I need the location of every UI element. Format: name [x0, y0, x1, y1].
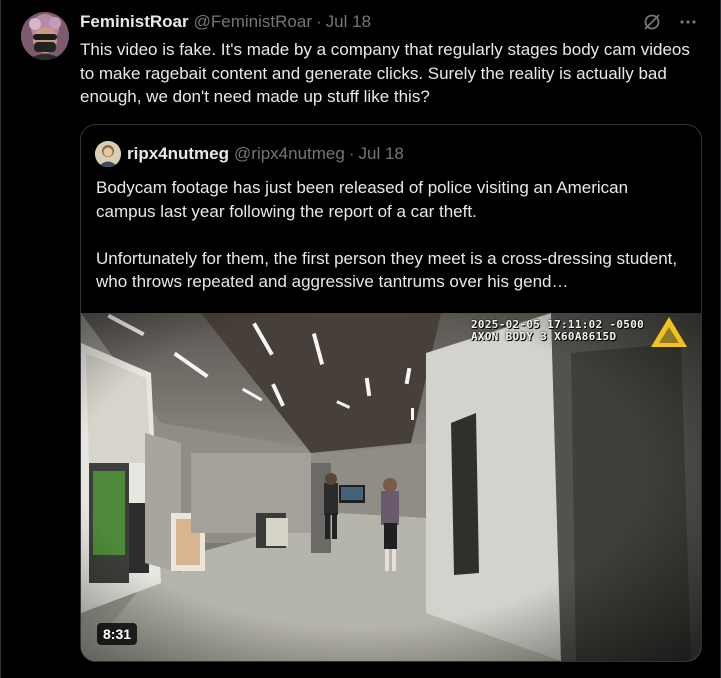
quoted-separator-dot: ·: [348, 144, 355, 163]
more-icon[interactable]: [678, 12, 698, 32]
video-player[interactable]: 2025-02-05 17:11:02 -0500 AXON BODY 3 X6…: [81, 313, 701, 661]
quoted-avatar[interactable]: [95, 141, 121, 167]
quoted-avatar-image: [95, 141, 121, 167]
separator-dot: ·: [315, 12, 322, 31]
video-timestamp-line2: AXON BODY 3 X60A8615D: [471, 330, 617, 343]
author-name[interactable]: FeministRoar: [80, 12, 189, 32]
quoted-date[interactable]: Jul 18: [359, 144, 404, 164]
grok-icon[interactable]: [642, 12, 662, 32]
tweet-actions: [642, 12, 698, 32]
quoted-tweet-text: Bodycam footage has just been released o…: [96, 178, 678, 291]
avatar[interactable]: [21, 12, 69, 60]
author-handle[interactable]: @FeministRoar: [194, 12, 312, 32]
video-timestamp: 2025-02-05 17:11:02 -0500 AXON BODY 3 X6…: [471, 319, 644, 343]
tweet-date[interactable]: Jul 18: [326, 12, 371, 32]
tweet-card[interactable]: FeministRoar @FeministRoar · Jul 18 This…: [0, 0, 721, 678]
quoted-author-handle[interactable]: @ripx4nutmeg: [234, 144, 345, 164]
tweet-text: This video is fake. It's made by a compa…: [80, 40, 690, 106]
quoted-tweet-header: ripx4nutmeg @ripx4nutmeg · Jul 18: [95, 141, 404, 167]
avatar-image: [21, 12, 69, 60]
tweet-header: FeministRoar @FeministRoar · Jul 18: [80, 12, 371, 32]
quoted-author-name[interactable]: ripx4nutmeg: [127, 144, 229, 164]
quoted-tweet[interactable]: ripx4nutmeg @ripx4nutmeg · Jul 18 Bodyca…: [80, 124, 702, 662]
video-duration-badge: 8:31: [97, 623, 138, 645]
video-thumbnail: [81, 313, 701, 661]
